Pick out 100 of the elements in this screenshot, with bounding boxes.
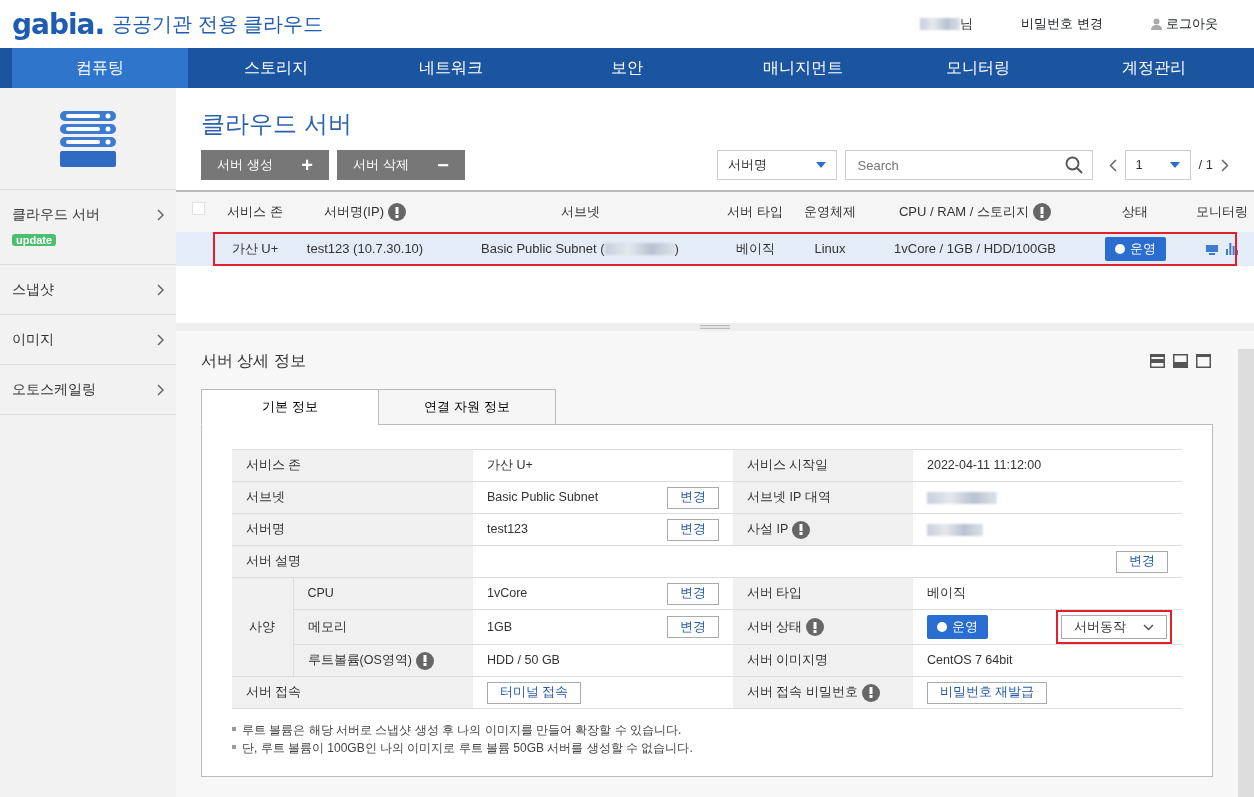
detail-tab[interactable]: 기본 정보 [201, 389, 379, 425]
column-header: 서비스 존 [227, 203, 283, 222]
info-icon [387, 203, 406, 221]
status-badge: 운영 [927, 615, 988, 639]
field-value: CentOS 7 64bit [927, 652, 1013, 670]
detail-tab[interactable]: 연결 자원 정보 [378, 389, 556, 425]
scrollbar[interactable] [1238, 349, 1254, 797]
redacted-text [604, 243, 675, 255]
nav-tab[interactable]: 스토리지 [187, 48, 364, 88]
bullet-icon [232, 745, 236, 749]
column-header: 서버 타입 [727, 203, 783, 222]
table-row[interactable]: 가산 U+ test123 (10.7.30.10) Basic Public Subnet ( ) 베이직 Linux 1vCore / 1GB / HDD/100GB 운영 [176, 232, 1254, 266]
chevron-right-icon [157, 333, 164, 346]
header-link[interactable]: 로그아웃 [1151, 14, 1218, 34]
change-button[interactable]: 변경 [1116, 550, 1168, 573]
chevron-down-icon [1143, 623, 1154, 631]
maximize-panel-icon [1196, 354, 1211, 368]
field-label: 서버명 [246, 521, 285, 539]
info-icon [1033, 203, 1051, 221]
header-link[interactable]: 비밀번호 변경 [1021, 14, 1103, 34]
nav-tab[interactable]: 계정관리 [1066, 48, 1243, 88]
update-badge: update [12, 234, 57, 246]
search-type-select[interactable]: 서버명 [716, 150, 837, 180]
field-value: Basic Public Subnet [487, 489, 599, 507]
service-title: 공공기관 전용 클라우드 [112, 12, 324, 37]
redacted-text [927, 491, 997, 504]
table-cell-text: ) [674, 240, 679, 259]
change-button[interactable]: 변경 [667, 616, 719, 638]
field-value: HDD / 50 GB [487, 652, 560, 670]
bullet-icon [232, 727, 236, 731]
field-label: 서버 접속 [246, 684, 302, 702]
sidebar-label: 클라우드 서버 [12, 205, 100, 224]
field-label: 서버 타입 [747, 585, 803, 603]
column-header: 서브넷 [560, 203, 600, 222]
server-icon [58, 110, 118, 167]
change-button[interactable]: 변경 [667, 518, 719, 541]
field-value: 1GB [487, 618, 512, 636]
nav-tab[interactable]: 매니지먼트 [714, 48, 891, 88]
info-icon [861, 683, 880, 702]
table-cell-text: 베이직 [734, 240, 776, 259]
info-icon [415, 651, 434, 670]
user-suffix: 님 [960, 15, 974, 34]
column-header: 서버명(IP) [324, 203, 384, 222]
table-cell-text: 1vCore / 1GB / HDD/100GB [893, 240, 1057, 259]
caret-down-icon [815, 162, 826, 168]
chevron-right-icon [157, 283, 164, 296]
nav-tab[interactable]: 보안 [539, 48, 715, 88]
logo[interactable]: gabia. [12, 11, 105, 39]
search-icon [1064, 156, 1083, 174]
table-cell-text: Linux [813, 240, 847, 259]
nav-tab[interactable]: 컴퓨팅 [12, 48, 188, 88]
toolbar-button[interactable]: 서버 삭제 − [337, 150, 465, 180]
splitter-handle [700, 325, 730, 329]
field-label: 서버 이미지명 [747, 652, 829, 670]
user-icon [1151, 18, 1162, 30]
field-label: 서브넷 [246, 489, 285, 507]
field-label: 메모리 [307, 618, 347, 636]
chevron-left-icon [1108, 159, 1117, 173]
table-cell-text: 가산 U+ [230, 240, 280, 259]
field-label: CPU [307, 585, 334, 603]
monitor-icon [1206, 245, 1218, 255]
field-label: 서버 설명 [246, 553, 302, 571]
chevron-right-icon [157, 208, 164, 221]
info-icon [806, 618, 825, 636]
column-header: 모니터링 [1196, 203, 1248, 222]
collapse-panel-icon [1150, 354, 1165, 368]
reissue-password-button[interactable]: 비밀번호 재발급 [927, 681, 1048, 704]
nav-tab[interactable]: 네트워크 [363, 48, 540, 88]
field-value: test123 [487, 521, 528, 539]
server-action-dropdown[interactable]: 서버동작 [1061, 615, 1167, 639]
terminal-button[interactable]: 터미널 접속 [487, 681, 582, 704]
note-text: 단, 루트 볼륨이 100GB인 나의 이미지로 루트 볼륨 50GB 서버를 생성할 수 없습니다. [242, 741, 693, 755]
field-label: 사양 [249, 619, 276, 634]
page-title: 클라우드 서버 [201, 109, 353, 139]
field-label: 서버 접속 비밀번호 [747, 684, 858, 702]
chevron-right-icon [1221, 159, 1229, 173]
search-field[interactable]: Search [844, 150, 1093, 180]
change-button[interactable]: 변경 [667, 582, 719, 605]
redacted-text [927, 523, 983, 536]
page-select[interactable]: 1 [1124, 150, 1191, 180]
table-cell-text: test123 (10.7.30.10) [305, 240, 425, 259]
toolbar-button[interactable]: 서버 생성 + [201, 150, 329, 180]
bar-chart-icon [1226, 243, 1238, 255]
field-value: 가산 U+ [487, 457, 533, 475]
status-badge: 운영 [1104, 237, 1166, 261]
change-button[interactable]: 변경 [667, 486, 719, 509]
sidebar-label: 이미지 [12, 330, 54, 349]
field-value: 2022-04-11 11:12:00 [927, 457, 1042, 475]
page-total: / 1 [1198, 156, 1213, 175]
field-label: 루트볼륨(OS영역) [307, 652, 412, 670]
select-all-checkbox[interactable] [191, 202, 205, 216]
field-value: 베이직 [927, 585, 966, 603]
nav-tab[interactable]: 모니터링 [890, 48, 1067, 88]
sidebar-item[interactable]: 스냅샷 [0, 265, 176, 315]
note-text: 루트 볼륨은 해당 서버로 스냅샷 생성 후 나의 이미지를 만들어 확장할 수 있습니다. [242, 723, 682, 737]
column-header: CPU / RAM / 스토리지 [899, 203, 1029, 222]
sidebar-label: 오토스케일링 [12, 380, 96, 399]
chevron-right-icon [157, 383, 164, 396]
field-label: 사설 IP [747, 521, 789, 539]
field-label: 서비스 시작일 [747, 457, 829, 475]
